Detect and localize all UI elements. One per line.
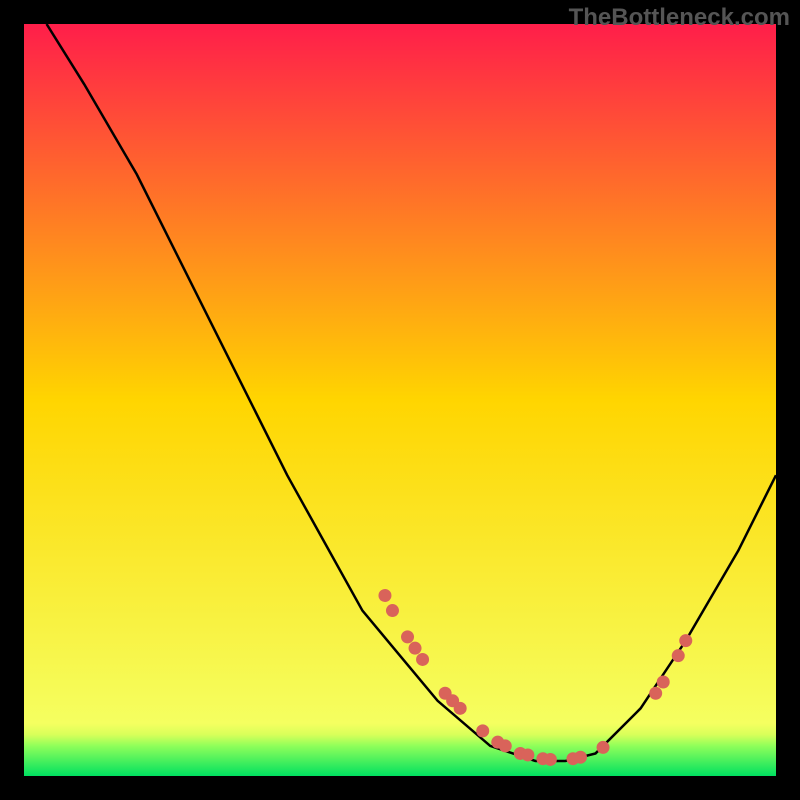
chart-svg (24, 24, 776, 776)
data-marker (657, 676, 670, 689)
data-marker (378, 589, 391, 602)
data-marker (401, 630, 414, 643)
plot-area (24, 24, 776, 776)
data-marker (597, 741, 610, 754)
data-marker (574, 751, 587, 764)
data-marker (521, 748, 534, 761)
data-marker (679, 634, 692, 647)
data-marker (544, 753, 557, 766)
data-marker (386, 604, 399, 617)
data-marker (409, 642, 422, 655)
watermark-text: TheBottleneck.com (569, 4, 790, 32)
data-marker (454, 702, 467, 715)
data-marker (649, 687, 662, 700)
chart-container: TheBottleneck.com (0, 0, 800, 800)
data-marker (416, 653, 429, 666)
data-marker (499, 739, 512, 752)
data-marker (476, 724, 489, 737)
data-marker (672, 649, 685, 662)
